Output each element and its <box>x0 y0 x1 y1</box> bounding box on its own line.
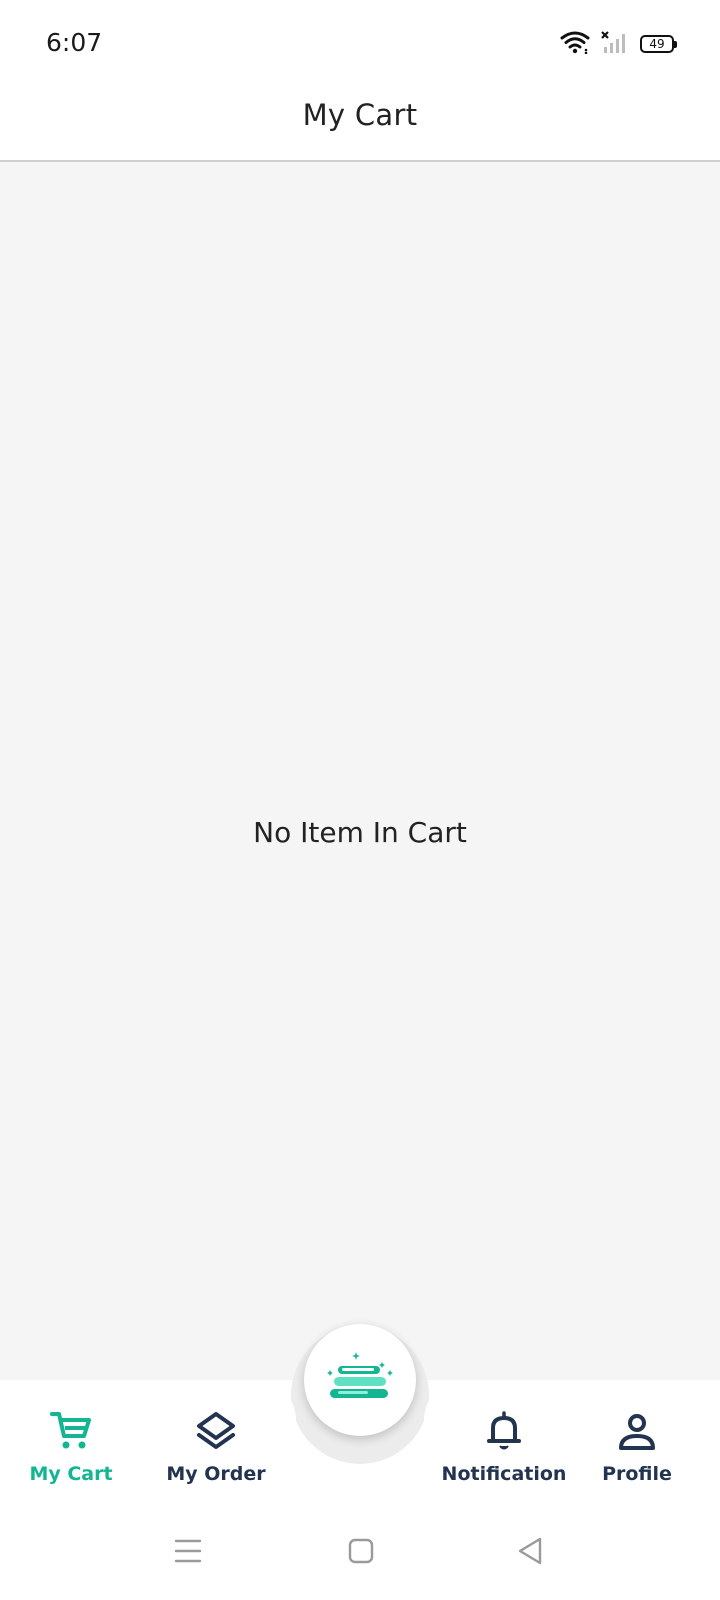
wifi-icon <box>560 30 590 59</box>
menu-icon[interactable] <box>174 1538 202 1569</box>
cart-content: No Item In Cart <box>0 162 720 1380</box>
nav-label-notification: Notification <box>441 1463 567 1485</box>
layers-icon <box>195 1410 237 1457</box>
system-navigation-bar <box>0 1500 720 1600</box>
battery-icon: 49 <box>640 35 677 53</box>
app-header: My Cart <box>0 84 720 162</box>
nav-item-notification[interactable]: Notification <box>440 1410 568 1485</box>
status-time: 6:07 <box>46 28 103 57</box>
cart-icon <box>50 1410 92 1457</box>
home-icon[interactable] <box>348 1538 374 1569</box>
empty-cart-message: No Item In Cart <box>253 816 467 849</box>
nav-label-profile: Profile <box>602 1463 672 1485</box>
center-fab-button[interactable] <box>304 1324 416 1436</box>
nav-item-profile[interactable]: Profile <box>594 1410 680 1485</box>
battery-level: 49 <box>649 37 665 51</box>
bell-icon <box>483 1410 525 1457</box>
nav-label-my-cart: My Cart <box>29 1463 113 1485</box>
page-title: My Cart <box>302 98 418 132</box>
laundry-stack-icon <box>324 1350 396 1411</box>
status-bar: 6:07 49 <box>0 0 720 84</box>
back-icon[interactable] <box>516 1536 544 1571</box>
nav-item-my-cart[interactable]: My Cart <box>26 1410 116 1485</box>
nav-label-my-order: My Order <box>166 1463 266 1485</box>
status-icons: 49 <box>560 30 677 59</box>
signal-off-icon <box>600 30 630 59</box>
nav-item-my-order[interactable]: My Order <box>166 1410 266 1485</box>
user-icon <box>616 1410 658 1457</box>
